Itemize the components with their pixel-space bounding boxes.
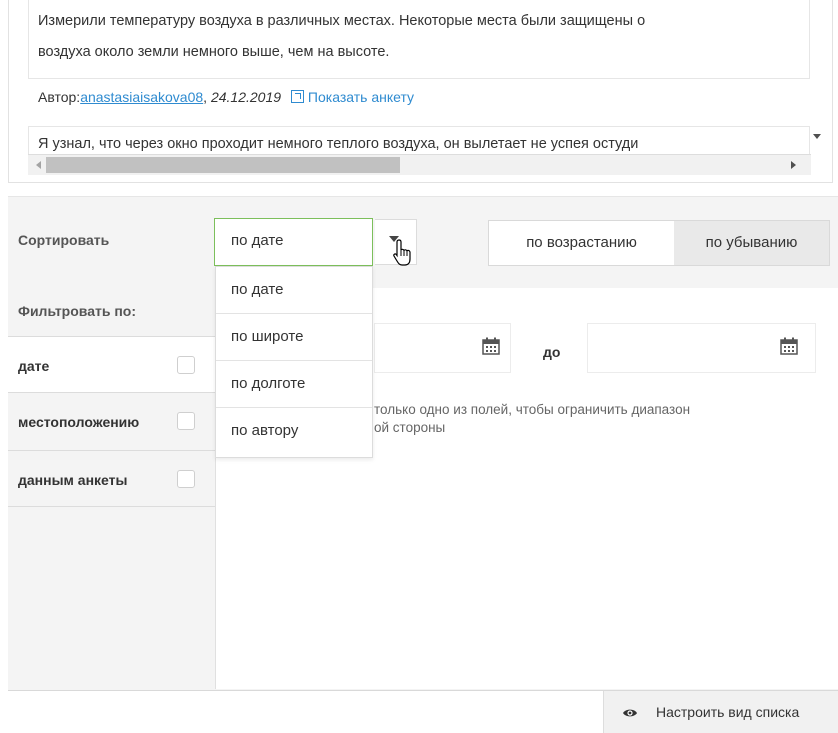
option-label: по дате	[231, 281, 284, 298]
answer-text-line: Измерили температуру воздуха в различных…	[38, 13, 646, 29]
sort-select[interactable]: по дате	[214, 218, 373, 266]
dropdown-option[interactable]: по широте	[216, 314, 372, 361]
dropdown-option[interactable]: по долготе	[216, 361, 372, 408]
order-descending-button[interactable]: по убыванию	[674, 221, 829, 265]
configure-view-button[interactable]: Настроить вид списка	[603, 691, 838, 733]
filter-by-label: Фильтровать по:	[18, 303, 137, 319]
answer-card	[28, 0, 810, 79]
answer-text-line: воздуха около земли немного выше, чем на…	[38, 44, 390, 60]
author-link[interactable]: anastasiaisakova08	[80, 89, 203, 105]
filter-checkbox[interactable]	[177, 470, 195, 488]
scroll-right-icon[interactable]	[791, 161, 796, 169]
date-to-label: до	[543, 344, 561, 360]
external-link-icon	[290, 90, 304, 103]
filter-tab-date[interactable]: дате	[8, 336, 215, 392]
author-prefix: Автор:	[38, 89, 81, 105]
dropdown-option[interactable]: по дате	[216, 267, 372, 314]
date-hint-text: ой стороны	[374, 420, 446, 435]
configure-view-label: Настроить вид списка	[656, 704, 800, 720]
tabs-divider	[8, 506, 215, 507]
answer-date: 24.12.2019	[210, 89, 282, 105]
filter-tab-label: данным анкеты	[18, 472, 128, 488]
filter-tab-label: дате	[18, 358, 50, 374]
calendar-icon[interactable]	[482, 337, 500, 355]
sort-dropdown-menu: по дате по широте по долготе по автору	[215, 266, 373, 458]
author-row: Автор:anastasiaisakova08, 24.12.2019 Пок…	[38, 89, 415, 105]
eye-icon	[623, 709, 637, 717]
show-profile-link[interactable]: Показать анкету	[308, 89, 414, 105]
filter-checkbox[interactable]	[177, 412, 195, 430]
scroll-left-icon[interactable]	[36, 161, 41, 169]
filter-tab-location[interactable]: местоположению	[8, 392, 215, 448]
answer-text-line: Я узнал, что через окно проходит немного…	[38, 136, 639, 152]
dropdown-option[interactable]: по автору	[216, 408, 372, 455]
sort-select-value: по дате	[231, 232, 284, 249]
calendar-icon[interactable]	[780, 337, 798, 355]
option-label: по широте	[231, 328, 304, 345]
filter-tab-label: местоположению	[18, 414, 140, 430]
option-label: по автору	[231, 422, 299, 439]
filter-checkbox[interactable]	[177, 356, 195, 374]
scroll-down-icon[interactable]	[813, 134, 821, 139]
answer-card: Я узнал, что через окно проходит немного…	[28, 126, 810, 155]
option-label: по долготе	[231, 375, 306, 392]
order-ascending-button[interactable]: по возрастанию	[489, 221, 674, 265]
hand-cursor-icon	[393, 239, 411, 266]
scrollbar-thumb[interactable]	[46, 157, 400, 173]
sort-label: Сортировать	[18, 232, 110, 248]
date-hint-text: только одно из полей, чтобы ограничить д…	[374, 402, 691, 417]
filter-tab-profile[interactable]: данным анкеты	[8, 450, 215, 506]
